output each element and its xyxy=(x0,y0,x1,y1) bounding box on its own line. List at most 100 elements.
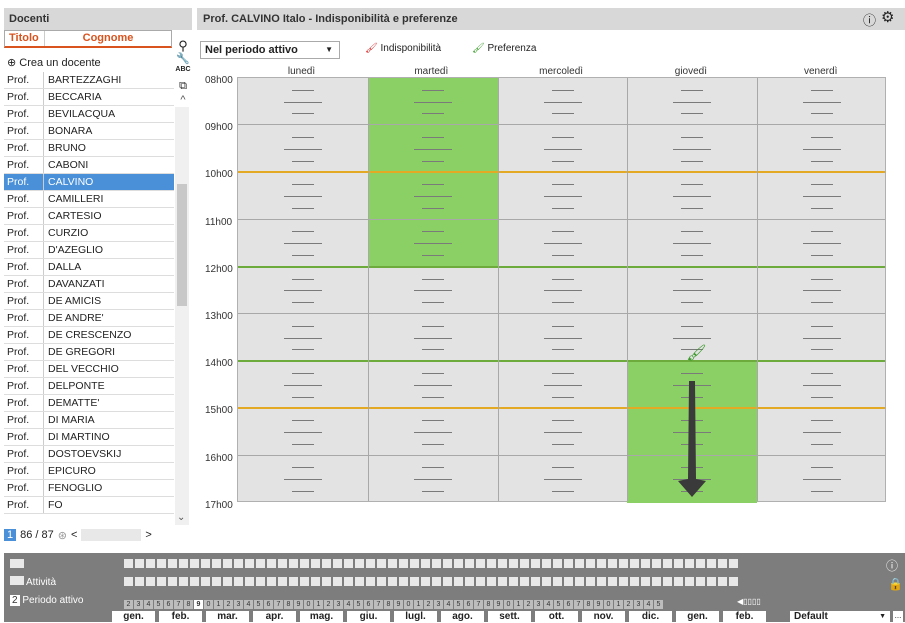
period-select[interactable]: Nel periodo attivo ▼ xyxy=(200,41,340,59)
week-square[interactable] xyxy=(124,559,133,568)
week-square[interactable] xyxy=(366,559,375,568)
week-square[interactable] xyxy=(322,577,331,586)
week-square[interactable] xyxy=(531,559,540,568)
week-number[interactable]: 5 xyxy=(454,600,463,609)
week-square[interactable] xyxy=(696,559,705,568)
teacher-row[interactable]: Prof. BONARA xyxy=(4,123,174,140)
week-square[interactable] xyxy=(157,559,166,568)
week-square[interactable] xyxy=(322,559,331,568)
teacher-row[interactable]: Prof. DELPONTE xyxy=(4,378,174,395)
week-square[interactable] xyxy=(267,559,276,568)
week-number[interactable]: 2 xyxy=(124,600,133,609)
week-square[interactable] xyxy=(410,577,419,586)
teacher-row[interactable]: Prof. FENOGLIO xyxy=(4,480,174,497)
week-number[interactable]: 6 xyxy=(464,600,473,609)
month-label[interactable]: feb. xyxy=(159,611,202,623)
week-number[interactable]: 0 xyxy=(204,600,213,609)
week-number[interactable]: 3 xyxy=(334,600,343,609)
week-number[interactable]: 3 xyxy=(534,600,543,609)
week-square[interactable] xyxy=(443,559,452,568)
week-number[interactable]: 9 xyxy=(494,600,503,609)
week-number[interactable]: 7 xyxy=(174,600,183,609)
week-square[interactable] xyxy=(278,559,287,568)
week-number[interactable]: 6 xyxy=(364,600,373,609)
week-number[interactable]: 8 xyxy=(284,600,293,609)
week-square[interactable] xyxy=(355,577,364,586)
month-label[interactable]: nov. xyxy=(582,611,625,623)
week-square[interactable] xyxy=(476,559,485,568)
week-square[interactable] xyxy=(377,559,386,568)
week-square[interactable] xyxy=(333,559,342,568)
week-number[interactable]: 7 xyxy=(574,600,583,609)
week-number[interactable]: 2 xyxy=(624,600,633,609)
week-square[interactable] xyxy=(256,559,265,568)
week-square[interactable] xyxy=(212,577,221,586)
week-square[interactable] xyxy=(267,577,276,586)
month-label[interactable]: lugl. xyxy=(394,611,437,623)
week-square[interactable] xyxy=(575,559,584,568)
week-number[interactable]: 5 xyxy=(254,600,263,609)
week-square[interactable] xyxy=(597,577,606,586)
week-number[interactable]: 4 xyxy=(644,600,653,609)
schedule-grid[interactable]: 🖌 xyxy=(237,77,886,503)
week-number[interactable]: 3 xyxy=(634,600,643,609)
week-number[interactable]: 8 xyxy=(184,600,193,609)
info-icon[interactable]: ⓘ xyxy=(863,10,876,29)
month-label[interactable]: ago. xyxy=(441,611,484,623)
week-square[interactable] xyxy=(366,577,375,586)
teacher-row[interactable]: Prof. FO xyxy=(4,497,174,514)
week-square[interactable] xyxy=(223,559,232,568)
week-square[interactable] xyxy=(685,559,694,568)
week-square[interactable] xyxy=(608,577,617,586)
scroll-right-icon[interactable]: > xyxy=(145,529,151,541)
week-square[interactable] xyxy=(289,577,298,586)
week-square[interactable] xyxy=(465,559,474,568)
default-select[interactable]: Default ▼ xyxy=(790,611,890,623)
week-square[interactable] xyxy=(553,559,562,568)
week-number[interactable]: 1 xyxy=(614,600,623,609)
teacher-row[interactable]: Prof. EPICURO xyxy=(4,463,174,480)
week-square[interactable] xyxy=(443,577,452,586)
month-label[interactable]: mar. xyxy=(206,611,249,623)
h-scrollbar[interactable] xyxy=(81,529,142,541)
week-square[interactable] xyxy=(212,559,221,568)
week-square[interactable] xyxy=(421,577,430,586)
month-label[interactable]: gen. xyxy=(112,611,155,623)
week-square[interactable] xyxy=(520,577,529,586)
teacher-row[interactable]: Prof. CAMILLERI xyxy=(4,191,174,208)
week-square[interactable] xyxy=(300,577,309,586)
week-square[interactable] xyxy=(707,559,716,568)
week-square[interactable] xyxy=(696,577,705,586)
week-number[interactable]: 5 xyxy=(354,600,363,609)
week-square[interactable] xyxy=(619,577,628,586)
week-square[interactable] xyxy=(289,559,298,568)
search-icon[interactable]: ⚲ xyxy=(174,38,192,53)
scroll-up-icon[interactable]: ^ xyxy=(174,94,192,108)
week-square[interactable] xyxy=(223,577,232,586)
week-square[interactable] xyxy=(399,577,408,586)
week-square[interactable] xyxy=(124,577,133,586)
week-square[interactable] xyxy=(575,577,584,586)
collapse-icon[interactable]: ◀▯▯▯▯ xyxy=(737,597,761,606)
week-square[interactable] xyxy=(487,577,496,586)
week-square[interactable] xyxy=(399,559,408,568)
gear-icon[interactable]: ⚙ xyxy=(881,8,894,26)
week-square[interactable] xyxy=(707,577,716,586)
week-number[interactable]: 3 xyxy=(234,600,243,609)
week-square[interactable] xyxy=(344,559,353,568)
week-number[interactable]: 2 xyxy=(424,600,433,609)
teacher-row[interactable]: Prof. DE CRESCENZO xyxy=(4,327,174,344)
week-square[interactable] xyxy=(564,559,573,568)
month-label[interactable]: giu. xyxy=(347,611,390,623)
page-number[interactable]: 1 xyxy=(4,529,17,541)
row-toggle[interactable] xyxy=(10,559,24,568)
period-row[interactable]: 2 Periodo attivo xyxy=(10,595,84,606)
week-number[interactable]: 1 xyxy=(314,600,323,609)
week-square[interactable] xyxy=(487,559,496,568)
unavailability-button[interactable]: 🖌 Indisponibilità xyxy=(365,43,441,54)
week-square[interactable] xyxy=(168,559,177,568)
teacher-row[interactable]: Prof. CALVINO xyxy=(4,174,174,191)
week-square[interactable] xyxy=(630,559,639,568)
week-number[interactable]: 4 xyxy=(444,600,453,609)
week-square[interactable] xyxy=(476,577,485,586)
